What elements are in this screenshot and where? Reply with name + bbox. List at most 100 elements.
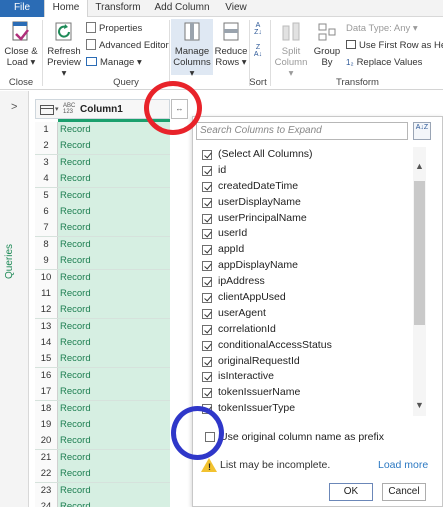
column-checkbox-label: userAgent — [218, 306, 266, 319]
checkbox-checked[interactable] — [202, 340, 212, 351]
use-first-row-button[interactable]: Use First Row as Headers ▾ — [346, 39, 443, 53]
checkbox-checked[interactable] — [202, 308, 212, 319]
column-checkbox-item[interactable]: appId — [196, 242, 414, 258]
record-cell[interactable]: Record — [58, 154, 170, 171]
tab-home[interactable]: Home — [44, 0, 88, 18]
scroll-thumb[interactable] — [414, 181, 425, 325]
record-cell[interactable]: Record — [58, 171, 170, 188]
sort-descending-button[interactable]: Z A↓ — [251, 44, 265, 58]
column-checkbox-item[interactable]: correlationId — [196, 322, 414, 338]
chevron-down-icon[interactable]: ▾ — [55, 105, 59, 113]
tab-view[interactable]: View — [220, 0, 252, 17]
record-cell[interactable]: Record — [58, 351, 170, 368]
sort-ascending-button[interactable]: A Z↓ — [251, 22, 265, 36]
record-cell[interactable]: Record — [58, 466, 170, 483]
column-checkbox-item[interactable]: conditionalAccessStatus — [196, 338, 414, 354]
queries-pane-label[interactable]: Queries — [4, 239, 24, 279]
checkbox-checked[interactable] — [202, 388, 212, 399]
column-checkbox-item[interactable]: originalRequestId — [196, 354, 414, 370]
record-cell[interactable]: Record — [58, 302, 170, 319]
row-number: 10 — [35, 269, 58, 286]
column-checkbox-item[interactable]: userDisplayName — [196, 195, 414, 211]
column-checkbox-item[interactable]: isInteractive — [196, 369, 414, 385]
record-cell[interactable]: Record — [58, 433, 170, 450]
cancel-button[interactable]: Cancel — [382, 483, 426, 501]
record-cell[interactable]: Record — [58, 335, 170, 352]
load-more-link[interactable]: Load more — [378, 459, 428, 471]
record-cell[interactable]: Record — [58, 498, 170, 507]
group-by-button[interactable]: Group By — [312, 20, 342, 68]
record-cell[interactable]: Record — [58, 367, 170, 384]
checkbox-checked[interactable] — [202, 372, 212, 383]
tab-file[interactable]: File — [0, 0, 44, 17]
checkbox-checked[interactable] — [202, 229, 212, 240]
group-by-label-1: Group — [313, 46, 341, 57]
column-checkbox-item[interactable]: appDisplayName — [196, 258, 414, 274]
record-cell[interactable]: Record — [58, 449, 170, 466]
record-cell[interactable]: Record — [58, 253, 170, 270]
column-checkbox-item[interactable]: tokenIssuerType — [196, 401, 414, 415]
column-checkbox-label: clientAppUsed — [218, 291, 286, 304]
data-type-dropdown[interactable]: Data Type: Any ▾ — [346, 22, 418, 36]
record-cell[interactable]: Record — [58, 400, 170, 417]
column-name[interactable]: Column1 — [80, 104, 123, 115]
column-checkbox-item[interactable]: tokenIssuerName — [196, 385, 414, 401]
close-load-button[interactable]: Close & Load ▾ — [2, 20, 40, 68]
checkbox-checked[interactable] — [202, 324, 212, 335]
record-cell[interactable]: Record — [58, 220, 170, 237]
properties-icon — [86, 22, 96, 33]
column-checkbox-item[interactable]: clientAppUsed — [196, 290, 414, 306]
table-row: 3 Record — [35, 154, 170, 172]
checkbox-checked[interactable] — [202, 213, 212, 224]
checkbox-checked[interactable] — [202, 293, 212, 304]
checkbox-checked[interactable] — [202, 245, 212, 256]
tab-add-column[interactable]: Add Column — [150, 0, 214, 17]
record-cell[interactable]: Record — [58, 236, 170, 253]
checkbox-checked[interactable] — [202, 181, 212, 192]
chevron-down-icon[interactable]: ▼ — [415, 400, 424, 410]
manage-columns-button[interactable]: Manage Columns ▾ — [171, 20, 213, 79]
table-menu-icon[interactable] — [40, 105, 54, 115]
type-any-icon[interactable]: ABC 123 — [63, 103, 75, 115]
record-cell[interactable]: Record — [58, 203, 170, 220]
refresh-preview-button[interactable]: Refresh Preview ▾ — [45, 20, 83, 79]
record-cell[interactable]: Record — [58, 417, 170, 434]
checkbox-checked[interactable] — [202, 277, 212, 288]
split-column-button[interactable]: Split Column ▾ — [272, 20, 310, 79]
column-checkbox-item[interactable]: id — [196, 163, 414, 179]
checkbox-checked[interactable] — [202, 261, 212, 272]
chevron-up-icon[interactable]: ▲ — [415, 161, 424, 171]
column-checkbox-item[interactable]: ipAddress — [196, 274, 414, 290]
red-highlight-circle — [144, 81, 202, 135]
column-checkbox-item[interactable]: userAgent — [196, 306, 414, 322]
record-cell[interactable]: Record — [58, 384, 170, 401]
column-checkbox-item[interactable]: userId — [196, 226, 414, 242]
expand-chevron-icon[interactable]: > — [11, 101, 17, 113]
replace-icon: 1₂ — [346, 58, 354, 67]
column-checkbox-item[interactable]: userPrincipalName — [196, 211, 414, 227]
advanced-editor-button[interactable]: Advanced Editor — [86, 39, 169, 53]
record-cell[interactable]: Record — [58, 269, 170, 286]
manage-button[interactable]: Manage ▾ — [86, 56, 142, 70]
checkbox-checked[interactable] — [202, 356, 212, 367]
checkbox-checked[interactable] — [202, 150, 212, 160]
record-cell[interactable]: Record — [58, 138, 170, 155]
list-scrollbar[interactable]: ▲ ▼ — [413, 147, 426, 416]
reduce-rows-button[interactable]: Reduce Rows ▾ — [214, 20, 248, 68]
search-columns-input[interactable]: Search Columns to Expand — [196, 122, 408, 140]
record-cell[interactable]: Record — [58, 285, 170, 302]
checkbox-checked[interactable] — [202, 165, 212, 176]
checkbox-checked[interactable] — [202, 197, 212, 208]
advanced-editor-label: Advanced Editor — [99, 40, 169, 51]
properties-button[interactable]: Properties — [86, 22, 142, 36]
sort-az-icon[interactable]: A↓Z — [413, 122, 431, 140]
replace-values-button[interactable]: 1₂ Replace Values — [346, 56, 422, 70]
tab-transform[interactable]: Transform — [92, 0, 144, 17]
record-cell[interactable]: Record — [58, 482, 170, 499]
row-number: 13 — [35, 318, 58, 335]
record-cell[interactable]: Record — [58, 187, 170, 204]
column-checkbox-item[interactable]: (Select All Columns) — [196, 147, 414, 163]
record-cell[interactable]: Record — [58, 318, 170, 335]
ok-button[interactable]: OK — [329, 483, 373, 501]
column-checkbox-item[interactable]: createdDateTime — [196, 179, 414, 195]
